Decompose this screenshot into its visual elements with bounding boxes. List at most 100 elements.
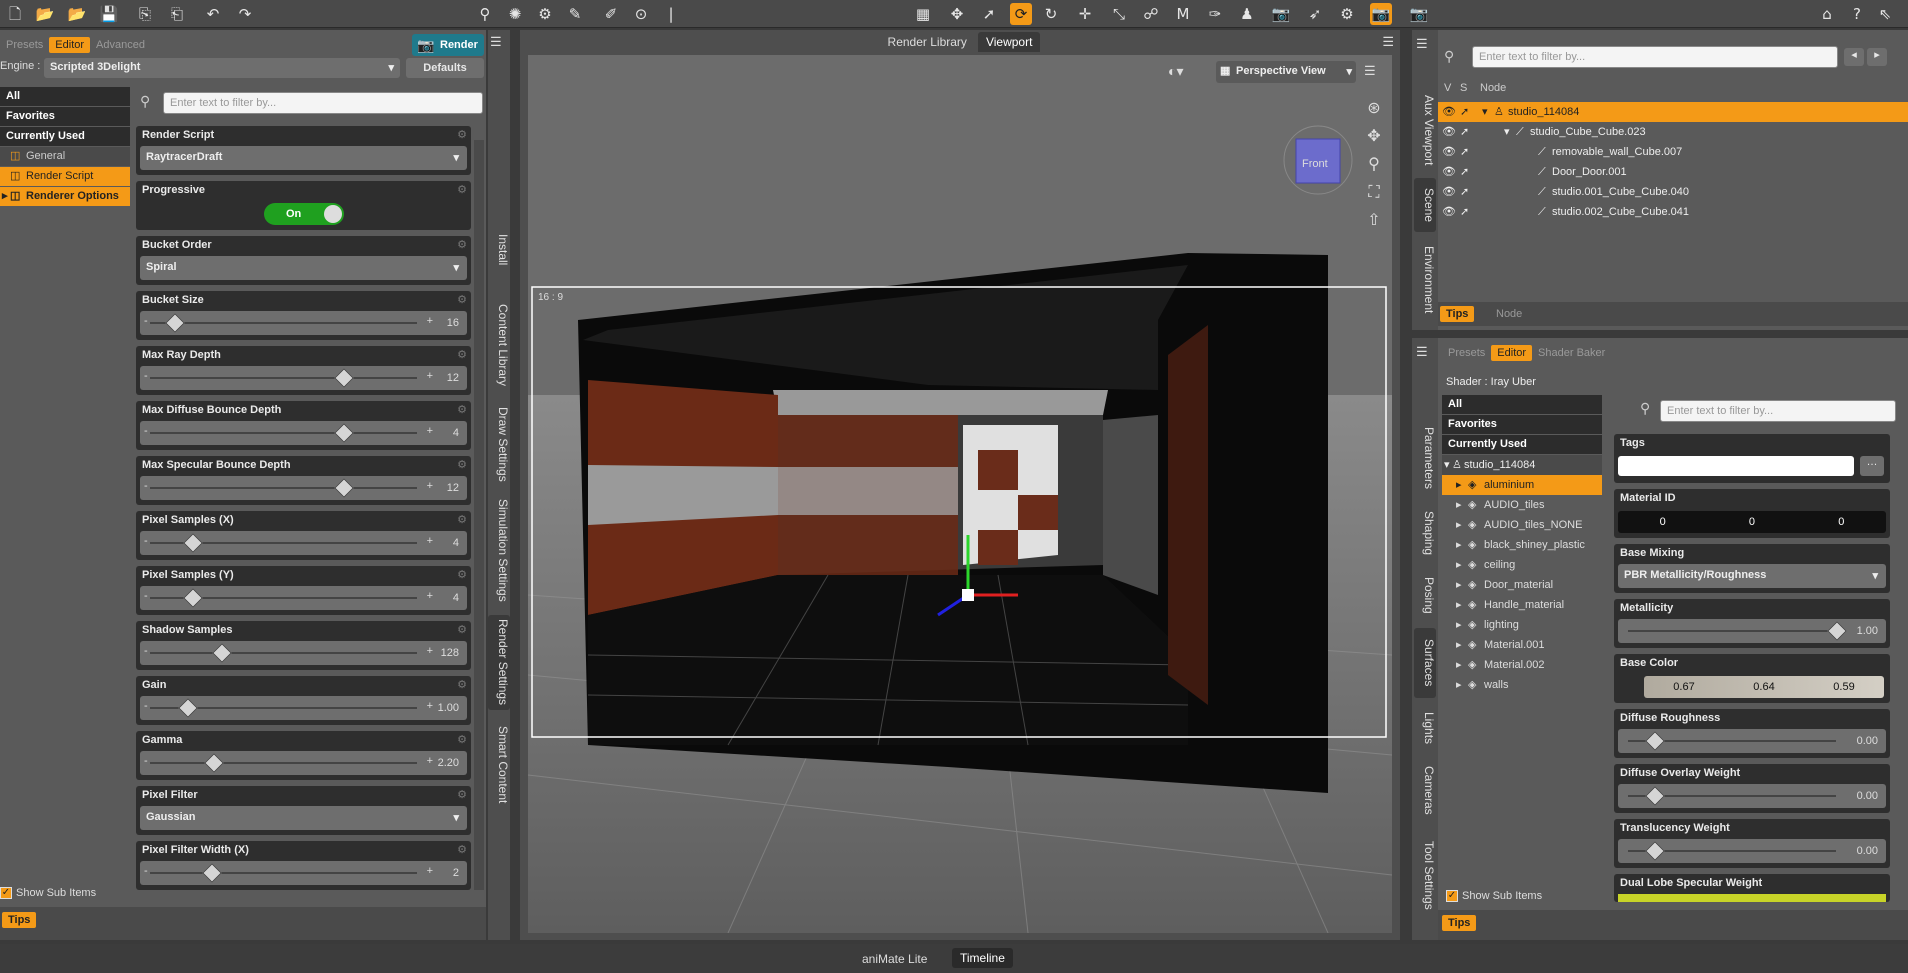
tab-timeline[interactable]: Timeline [952, 948, 1013, 968]
tab-editor[interactable]: Editor [1491, 345, 1533, 361]
tab-simulation-settings[interactable]: Simulation Settings [488, 495, 510, 605]
material-row[interactable]: ▸ ◈ ceiling [1442, 555, 1602, 575]
defaults-button[interactable]: Defaults [406, 58, 484, 78]
viewport-canvas[interactable]: 16 : 9 Front ◐▾ ▦ Perspective View ▾ ☰ ⊛… [528, 55, 1392, 933]
plus-icon[interactable]: + [427, 590, 433, 602]
scene-node-row[interactable]: 👁 ➚ ⟋ removable_wall_Cube.007 [1438, 142, 1908, 162]
slider-thumb[interactable] [204, 753, 225, 773]
aim-icon[interactable]: ➶ [1304, 3, 1326, 25]
surface-selection-icon[interactable]: ✐ [600, 3, 622, 25]
material-row[interactable]: ▸ ◈ black_shiney_plastic [1442, 535, 1602, 555]
next-arrow-icon[interactable]: ▸ [1867, 48, 1887, 66]
slider-thumb[interactable] [183, 533, 204, 553]
material-row[interactable]: ▸ ◈ Handle_material [1442, 595, 1602, 615]
tab-environment[interactable]: Environment [1414, 240, 1436, 320]
base-mixing-dropdown[interactable]: PBR Metallicity/Roughness ▾ [1618, 564, 1886, 588]
slider-thumb[interactable] [334, 423, 355, 443]
selectable-icon[interactable]: ➚ [1460, 182, 1469, 202]
open-file-icon[interactable]: 📂 [34, 3, 56, 25]
render-icon[interactable]: 📷 [1370, 3, 1392, 25]
panel-menu-icon[interactable]: ☰ [1416, 344, 1428, 360]
tab-scene[interactable]: Scene [1414, 178, 1436, 232]
gear-icon[interactable]: ⚙ [457, 733, 467, 746]
gear-icon[interactable]: ⚙ [457, 623, 467, 636]
diffuse-roughness-slider[interactable]: 0.00 [1618, 729, 1886, 753]
new-file-icon[interactable]: 🗋 [4, 3, 26, 25]
more-icon[interactable]: … [1860, 456, 1884, 476]
help-cursor-icon[interactable]: ⇖ [1874, 3, 1896, 25]
show-sub-items-checkbox[interactable]: ✓ Show Sub Items [0, 887, 96, 900]
tags-input[interactable] [1618, 456, 1854, 476]
base-color-swatch[interactable]: 0.67 0.64 0.59 [1644, 676, 1884, 698]
expand-icon[interactable]: ▸ [1456, 595, 1462, 615]
surface-root[interactable]: ▾ ♙ studio_114084 [1442, 455, 1602, 475]
tab-aux-viewport[interactable]: Aux Viewport [1414, 90, 1436, 170]
perspective-view-dropdown[interactable]: ▦ Perspective View ▾ [1216, 61, 1356, 83]
tab-presets[interactable]: Presets [1442, 345, 1491, 361]
tab-shaping[interactable]: Shaping [1414, 503, 1436, 563]
material-row[interactable]: ▸ ◈ Door_material [1442, 575, 1602, 595]
frame-icon[interactable]: ⛶ [1360, 179, 1388, 207]
expand-icon[interactable]: ▸ [1456, 635, 1462, 655]
expand-icon[interactable]: ▾ [1504, 122, 1510, 142]
slider[interactable]: - +16 [140, 311, 467, 335]
metallicity-slider[interactable]: 1.00 [1618, 619, 1886, 643]
save-file-icon[interactable]: 💾 [98, 3, 120, 25]
dropdown[interactable]: RaytracerDraft ▾ [140, 146, 467, 170]
plus-icon[interactable]: + [427, 315, 433, 327]
minus-icon[interactable]: - [144, 755, 148, 767]
selectable-icon[interactable]: ➚ [1460, 202, 1469, 222]
paint-icon[interactable]: ✑ [1204, 3, 1226, 25]
universal-tool-icon[interactable]: ✥ [946, 3, 968, 25]
slider-thumb[interactable] [212, 643, 232, 663]
property-scrollbar[interactable] [474, 140, 484, 890]
gear-icon[interactable]: ⚙ [457, 568, 467, 581]
screenshot-camera-icon[interactable]: 📷 [1408, 3, 1430, 25]
tab-lights[interactable]: Lights [1414, 703, 1436, 753]
material-row[interactable]: ▸ ◈ walls [1442, 675, 1602, 695]
slider[interactable]: - +4 [140, 586, 467, 610]
category-render-script[interactable]: ◫ Render Script [0, 167, 130, 186]
gear-icon[interactable]: ⚙ [457, 678, 467, 691]
geometry-editor-icon[interactable]: M [1172, 3, 1194, 25]
diffuse-overlay-slider[interactable]: 0.00 [1618, 784, 1886, 808]
slider-thumb[interactable] [334, 368, 355, 388]
tips-tab[interactable]: Tips [1442, 915, 1477, 931]
scene-node-row[interactable]: 👁 ➚ ▾ ⟋ studio_Cube_Cube.023 [1438, 122, 1908, 142]
gear-icon[interactable]: ⚙ [457, 128, 467, 141]
tab-animate-lite[interactable]: aniMate Lite [862, 952, 927, 966]
reset-icon[interactable]: ⇧ [1360, 207, 1388, 235]
slider[interactable]: - +4 [140, 531, 467, 555]
grid-icon[interactable]: ▦ [912, 3, 934, 25]
tab-parameters[interactable]: Parameters [1414, 418, 1436, 498]
minus-icon[interactable]: - [144, 370, 148, 382]
scale-icon[interactable]: ⤡ [1108, 3, 1130, 25]
gear-icon[interactable]: ⚙ [457, 513, 467, 526]
panel-menu-icon[interactable]: ☰ [1382, 34, 1394, 50]
pan-icon[interactable]: ✥ [1360, 123, 1388, 151]
slider[interactable]: - +4 [140, 421, 467, 445]
tab-surfaces[interactable]: Surfaces [1414, 628, 1436, 698]
expand-icon[interactable]: ▸ [1456, 555, 1462, 575]
gear-node-icon[interactable]: ⚙ [534, 3, 556, 25]
slider[interactable]: - +128 [140, 641, 467, 665]
tab-viewport[interactable]: Viewport [977, 32, 1041, 52]
tab-smart-content[interactable]: Smart Content [488, 720, 510, 810]
node-tab[interactable]: Node [1496, 308, 1522, 320]
slider-thumb[interactable] [201, 863, 222, 883]
visibility-eye-icon[interactable]: 👁 [1442, 162, 1456, 182]
material-row[interactable]: ▸ ◈ AUDIO_tiles_NONE [1442, 515, 1602, 535]
scene-node-row[interactable]: 👁 ➚ ⟋ studio.002_Cube_Cube.041 [1438, 202, 1908, 222]
gear-icon[interactable]: ⚙ [457, 293, 467, 306]
slider[interactable]: - +1.00 [140, 696, 467, 720]
plus-icon[interactable]: + [427, 755, 433, 767]
panel-menu-icon[interactable]: ☰ [1416, 36, 1428, 52]
camera-icon[interactable]: 📷 [1270, 3, 1292, 25]
category-all[interactable]: All [1442, 395, 1602, 414]
show-sub-items-checkbox[interactable]: ✓ Show Sub Items [1446, 890, 1542, 903]
tab-posing[interactable]: Posing [1414, 568, 1436, 623]
panel-menu-icon[interactable]: ☰ [490, 34, 502, 50]
expand-icon[interactable]: ▸ [1456, 575, 1462, 595]
render-button[interactable]: 📷 Render [412, 34, 484, 56]
visibility-eye-icon[interactable]: 👁 [1442, 142, 1456, 162]
